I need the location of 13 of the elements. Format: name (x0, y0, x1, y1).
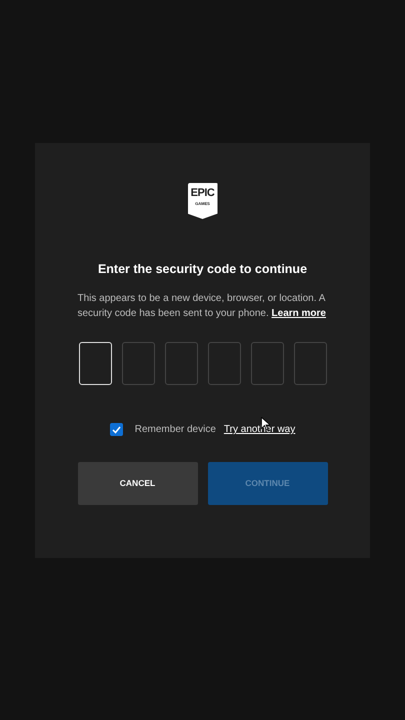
code-digit-field[interactable] (250, 342, 284, 385)
remember-label: Remember device (134, 423, 216, 437)
learn-more-link[interactable]: Learn more (272, 308, 326, 318)
code-digit-field[interactable] (294, 342, 326, 385)
cancel-button[interactable]: CANCEL (78, 462, 198, 505)
code-digit-field[interactable] (122, 342, 154, 385)
logo-text: EPIC (190, 187, 214, 199)
code-digit-field[interactable] (208, 342, 240, 385)
description-text: This appears to be a new device, browser, or location. A security code has been sent to your phone. Learn more (78, 292, 327, 320)
dialog-title: Enter the security code to continue (98, 261, 308, 277)
checkmark-icon (112, 426, 121, 434)
code-digit-field[interactable] (164, 342, 198, 385)
remember-checkbox[interactable] (110, 423, 123, 436)
